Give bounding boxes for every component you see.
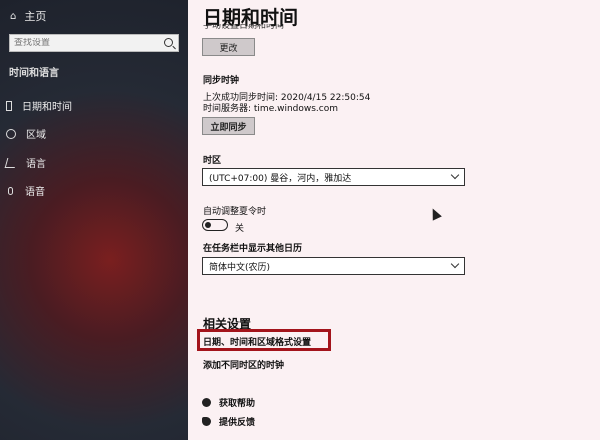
search-input[interactable] bbox=[10, 38, 154, 48]
help-icon bbox=[202, 398, 211, 407]
toggle-knob bbox=[205, 221, 211, 228]
dst-toggle[interactable] bbox=[202, 219, 228, 231]
chevron-down-icon bbox=[450, 170, 460, 180]
date-time-region-format-link[interactable]: 日期、时间和区域格式设置 bbox=[203, 335, 311, 348]
sidebar-item-label: 语音 bbox=[25, 187, 45, 198]
get-help-label: 获取帮助 bbox=[219, 399, 256, 409]
get-help-link[interactable]: 获取帮助 bbox=[202, 396, 255, 409]
sidebar-item-date-time[interactable]: 日期和时间 bbox=[6, 98, 72, 113]
sidebar-home-label: 主页 bbox=[24, 10, 47, 23]
dst-state: 关 bbox=[235, 224, 245, 234]
add-clocks-link[interactable]: 添加不同时区的时钟 bbox=[203, 358, 284, 371]
calendar-icon bbox=[6, 100, 12, 111]
timezone-value: (UTC+07:00) 曼谷，河内，雅加达 bbox=[209, 173, 352, 184]
sidebar-item-region[interactable]: 区域 bbox=[6, 126, 46, 141]
timezone-label: 时区 bbox=[203, 156, 222, 166]
timezone-dropdown[interactable]: (UTC+07:00) 曼谷，河内，雅加达 bbox=[202, 168, 465, 186]
sidebar-item-language[interactable]: 语言 bbox=[4, 155, 46, 170]
sidebar-item-label: 语言 bbox=[26, 159, 46, 170]
feedback-link[interactable]: 提供反馈 bbox=[202, 415, 255, 428]
search-box[interactable] bbox=[9, 34, 179, 52]
globe-icon bbox=[6, 128, 16, 139]
home-icon: ⌂ bbox=[10, 10, 17, 22]
chevron-down-icon bbox=[450, 259, 460, 269]
change-button[interactable]: 更改 bbox=[202, 38, 255, 56]
calendar-value: 简体中文(农历) bbox=[209, 262, 271, 273]
sidebar-item-speech[interactable]: 语音 bbox=[6, 183, 45, 198]
time-server-text: 时间服务器: time.windows.com bbox=[203, 104, 339, 114]
language-icon bbox=[4, 157, 18, 168]
sync-title: 同步时钟 bbox=[203, 76, 240, 86]
sidebar-item-label: 日期和时间 bbox=[22, 102, 72, 113]
calendar-dropdown[interactable]: 简体中文(农历) bbox=[202, 257, 465, 275]
sidebar-section-title: 时间和语言 bbox=[9, 68, 59, 79]
main-content: 日期和时间 手动设置日期和时间 更改 同步时钟 上次成功同步时间: 2020/4… bbox=[188, 0, 600, 440]
calendar-label: 在任务栏中显示其他日历 bbox=[203, 244, 303, 254]
microphone-icon bbox=[8, 186, 13, 195]
sync-now-button[interactable]: 立即同步 bbox=[202, 117, 255, 135]
sidebar-item-label: 区域 bbox=[26, 130, 46, 141]
sidebar-home[interactable]: ⌂ 主页 bbox=[10, 8, 46, 24]
sidebar: ⌂ 主页 时间和语言 日期和时间 区域 语言 语音 bbox=[0, 0, 188, 440]
manual-time-label: 手动设置日期和时间 bbox=[203, 24, 285, 31]
feedback-label: 提供反馈 bbox=[219, 418, 256, 428]
dst-label: 自动调整夏令时 bbox=[203, 207, 267, 217]
search-icon[interactable] bbox=[164, 38, 173, 47]
mouse-cursor-icon bbox=[428, 206, 442, 221]
feedback-icon bbox=[202, 417, 211, 426]
